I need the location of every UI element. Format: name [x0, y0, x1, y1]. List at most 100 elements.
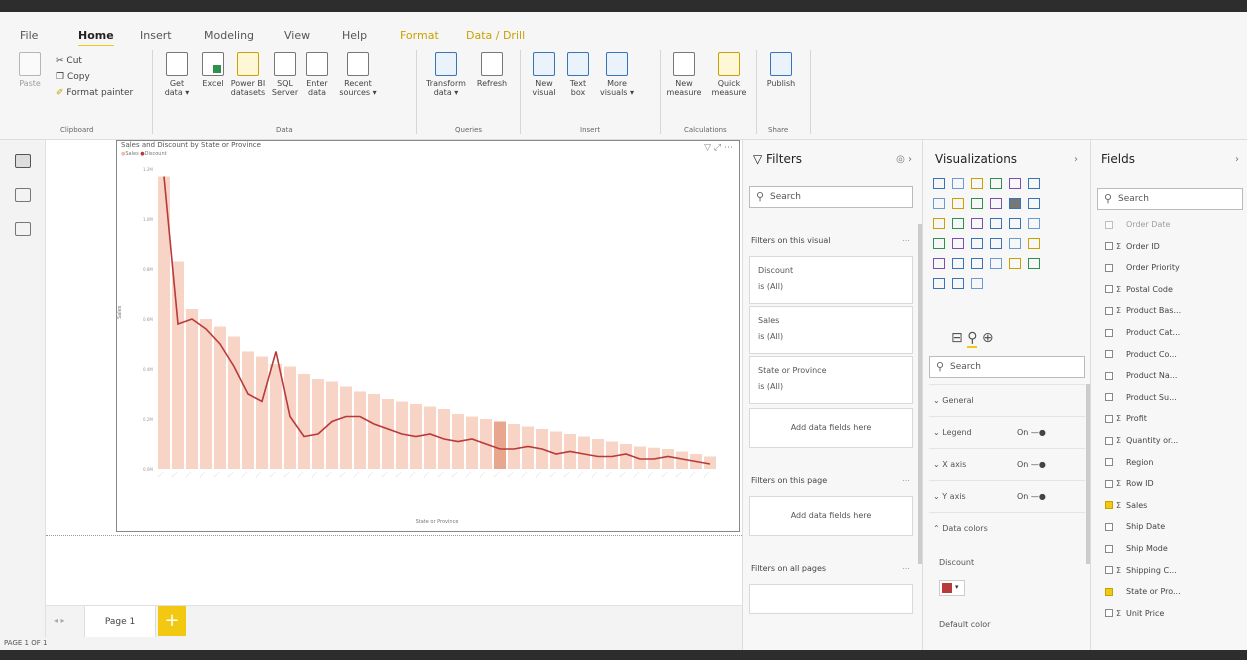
model-view-icon[interactable] [15, 222, 31, 236]
visual-type-icon[interactable] [952, 278, 964, 289]
field-checkbox[interactable] [1105, 306, 1113, 315]
refresh-button[interactable]: Refresh [472, 52, 512, 88]
field-item[interactable]: Ship Mode [1105, 544, 1168, 564]
power-bi-datasets-button[interactable]: Power BI datasets [230, 52, 266, 97]
new-visual-button[interactable]: New visual [528, 52, 560, 97]
visual-type-icon[interactable] [1009, 198, 1021, 209]
field-checkbox[interactable] [1105, 242, 1113, 251]
visual-type-icon[interactable] [952, 178, 964, 189]
collapse-icon[interactable]: › [1074, 154, 1078, 165]
add-fields-all[interactable] [749, 584, 913, 614]
toggle-y-axis[interactable]: On —● [1017, 481, 1046, 513]
format-y-axis[interactable]: ⌄ Y axis On —● [929, 480, 1085, 512]
focus-icon[interactable]: ⤢ [714, 143, 721, 153]
field-item[interactable]: Σ Postal Code [1105, 285, 1173, 305]
field-checkbox[interactable] [1105, 501, 1113, 510]
field-item[interactable]: Ship Date [1105, 522, 1165, 542]
tab-insert[interactable]: Insert [140, 29, 172, 42]
format-data-colors[interactable]: ⌃ Data colors [929, 512, 1085, 544]
visual-type-icon[interactable] [1009, 238, 1021, 249]
format-legend[interactable]: ⌄ Legend On —● [929, 416, 1085, 448]
field-item[interactable]: State or Pro... [1105, 587, 1181, 607]
field-item[interactable]: Region [1105, 458, 1153, 478]
visual-type-icon[interactable] [1009, 178, 1021, 189]
paste-button[interactable]: Paste [18, 52, 42, 88]
visual-type-icon[interactable] [1028, 258, 1040, 269]
discount-color-picker[interactable]: ▾ [939, 580, 965, 596]
field-checkbox[interactable] [1105, 436, 1113, 445]
add-page-button[interactable]: + [158, 606, 186, 636]
page-nav-arrows[interactable]: ◂ ▸ [54, 616, 65, 625]
visual-type-icon[interactable] [1009, 218, 1021, 229]
text-box-button[interactable]: Text box [564, 52, 592, 97]
visualizations-search[interactable]: Search [929, 356, 1085, 378]
transform-data-button[interactable]: Transform data ▾ [424, 52, 468, 97]
fields-search[interactable]: Search [1097, 188, 1243, 210]
more-icon[interactable]: ⋯ [902, 236, 910, 245]
visual-type-icon[interactable] [933, 238, 945, 249]
format-x-axis[interactable]: ⌄ X axis On —● [929, 448, 1085, 480]
get-data-button[interactable]: Get data ▾ [160, 52, 194, 97]
visual-type-icon[interactable] [990, 238, 1002, 249]
field-checkbox[interactable] [1105, 328, 1113, 337]
visual-type-icon[interactable] [1028, 218, 1040, 229]
tab-file[interactable]: File [20, 29, 38, 42]
filter-icon[interactable]: ▽ [704, 143, 711, 153]
filter-card-sales[interactable]: Sales is (All) [749, 306, 913, 354]
visual-type-icon[interactable] [952, 198, 964, 209]
more-options-icon[interactable]: ⋯ [724, 143, 733, 153]
field-checkbox[interactable] [1105, 587, 1113, 596]
format-painter-button[interactable]: ✐ Format painter [56, 88, 133, 98]
field-checkbox[interactable] [1105, 458, 1113, 467]
field-checkbox[interactable] [1105, 220, 1113, 229]
visual-type-icon[interactable] [952, 238, 964, 249]
excel-button[interactable]: Excel [198, 52, 228, 88]
field-item[interactable]: Σ Row ID [1105, 479, 1154, 499]
visual-type-icon[interactable] [1028, 238, 1040, 249]
visual-type-icon[interactable] [990, 258, 1002, 269]
tab-data-drill[interactable]: Data / Drill [466, 29, 525, 42]
filter-card-discount[interactable]: Discount is (All) [749, 256, 913, 304]
visual-type-icon[interactable] [971, 278, 983, 289]
filter-card-state[interactable]: State or Province is (All) [749, 356, 913, 404]
publish-button[interactable]: Publish [764, 52, 798, 88]
field-checkbox[interactable] [1105, 609, 1113, 618]
field-item[interactable]: Σ Shipping C... [1105, 566, 1177, 586]
visual-type-icon[interactable] [971, 198, 983, 209]
visual-type-icon[interactable] [990, 178, 1002, 189]
copy-button[interactable]: ❐ Copy [56, 72, 90, 82]
page-tab-1[interactable]: Page 1 [84, 606, 156, 638]
field-checkbox[interactable] [1105, 350, 1113, 359]
field-checkbox[interactable] [1105, 479, 1113, 488]
field-checkbox[interactable] [1105, 566, 1113, 575]
more-visuals-button[interactable]: More visuals ▾ [596, 52, 638, 97]
fields-tab-icon[interactable]: ⊟ [951, 330, 967, 346]
visual-type-icon[interactable] [952, 258, 964, 269]
visual-type-icon[interactable] [933, 278, 945, 289]
field-checkbox[interactable] [1105, 393, 1113, 402]
field-item[interactable]: Σ Product Bas... [1105, 306, 1181, 326]
field-checkbox[interactable] [1105, 371, 1113, 380]
add-fields-visual[interactable]: Add data fields here [749, 408, 913, 448]
visual-type-icon[interactable] [933, 198, 945, 209]
add-fields-page[interactable]: Add data fields here [749, 496, 913, 536]
format-tab-icon[interactable]: ⚲ [967, 330, 978, 348]
visual-type-icon[interactable] [933, 258, 945, 269]
filters-search[interactable]: Search [749, 186, 913, 208]
collapse-icon[interactable]: ◎ › [896, 154, 912, 165]
collapse-icon[interactable]: › [1235, 154, 1239, 165]
tab-view[interactable]: View [284, 29, 310, 42]
visual-type-icon[interactable] [1028, 198, 1040, 209]
combo-chart-visual[interactable]: 1.2M 1.0M 0.8M 0.6M 0.4M 0.2M 0.0M Sales ······ ·… [116, 140, 740, 532]
more-icon[interactable]: ⋯ [902, 476, 910, 485]
tab-modeling[interactable]: Modeling [204, 29, 254, 42]
field-checkbox[interactable] [1105, 285, 1113, 294]
visual-type-icon[interactable] [971, 218, 983, 229]
visual-type-icon[interactable] [990, 198, 1002, 209]
more-icon[interactable]: ⋯ [902, 564, 910, 573]
visual-type-icon[interactable] [952, 218, 964, 229]
toggle-x-axis[interactable]: On —● [1017, 449, 1046, 481]
field-item[interactable]: Product Co... [1105, 350, 1177, 370]
field-item[interactable]: Σ Sales [1105, 501, 1147, 521]
new-measure-button[interactable]: New measure [664, 52, 704, 97]
